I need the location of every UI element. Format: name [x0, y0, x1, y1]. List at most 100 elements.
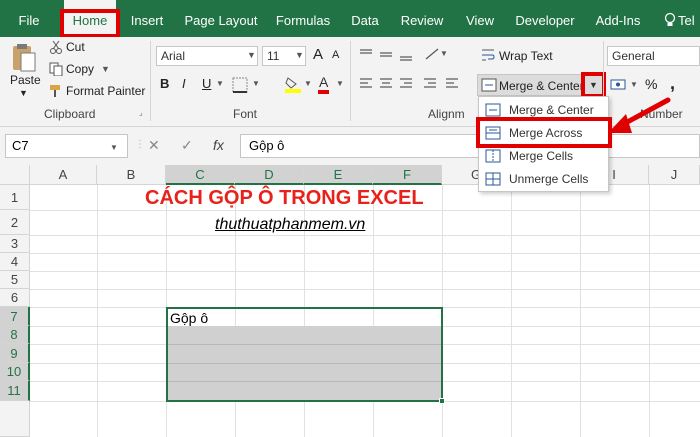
- shrink-font-button[interactable]: A: [332, 49, 339, 61]
- row-header-6[interactable]: 6: [0, 289, 30, 307]
- merge-center-icon: [485, 103, 501, 117]
- red-arrow-icon: [608, 97, 671, 133]
- insert-function-button[interactable]: fx: [213, 137, 224, 153]
- enter-button[interactable]: ✓: [181, 137, 193, 154]
- home-tab-highlight: [60, 9, 120, 38]
- row-header-5[interactable]: 5: [0, 271, 30, 289]
- tab-page-layout[interactable]: Page Layout: [182, 0, 260, 37]
- row-header-2[interactable]: 2: [0, 210, 30, 235]
- borders-icon[interactable]: [232, 77, 248, 93]
- cancel-button[interactable]: ✕: [148, 137, 160, 154]
- more-options-icon: ⋮: [135, 139, 145, 150]
- percent-button[interactable]: %: [645, 76, 657, 92]
- select-all-corner[interactable]: [0, 165, 30, 185]
- paste-dropdown-icon[interactable]: ▼: [19, 88, 28, 98]
- sheet-subtitle[interactable]: thuthuatphanmem.vn: [215, 216, 365, 234]
- group-separator: [350, 41, 351, 121]
- row-header-8[interactable]: 8: [0, 326, 30, 344]
- menu-item-label: Merge Cells: [509, 149, 574, 163]
- column-header-f[interactable]: F: [373, 165, 442, 185]
- fill-color-dropdown-icon[interactable]: ▼: [304, 79, 312, 88]
- merge-dropdown-arrow-icon[interactable]: ▼: [589, 80, 598, 90]
- row-header-9[interactable]: 9: [0, 344, 30, 363]
- font-name-input[interactable]: Arial: [156, 46, 258, 66]
- clipboard-launcher-icon[interactable]: ⌟: [139, 108, 143, 117]
- cut-button[interactable]: Cut: [66, 40, 85, 54]
- number-format-input[interactable]: General: [607, 46, 700, 66]
- gridline: [580, 185, 581, 437]
- row-header-3[interactable]: 3: [0, 235, 30, 253]
- bold-button[interactable]: B: [160, 76, 169, 91]
- tab-tell-me[interactable]: Tel: [678, 0, 700, 37]
- cell-c7[interactable]: Gộp ô: [170, 310, 208, 326]
- row-header-11[interactable]: 11: [0, 381, 30, 401]
- column-header-b[interactable]: B: [97, 165, 166, 185]
- fill-color-icon[interactable]: [284, 75, 302, 93]
- fill-handle[interactable]: [439, 398, 445, 404]
- font-size-dropdown-icon[interactable]: ▼: [295, 50, 304, 60]
- copy-icon: [49, 62, 63, 76]
- tab-data[interactable]: Data: [346, 0, 384, 37]
- menu-item-merge-cells[interactable]: Merge Cells: [479, 145, 608, 168]
- gridline: [649, 185, 650, 437]
- gridline: [30, 210, 700, 211]
- column-header-a[interactable]: A: [30, 165, 97, 185]
- column-header-c[interactable]: C: [166, 165, 235, 185]
- menu-item-label: Merge & Center: [509, 103, 594, 117]
- column-header-e[interactable]: E: [304, 165, 373, 185]
- alignment-buttons-icon[interactable]: [358, 47, 468, 97]
- underline-dropdown-icon[interactable]: ▼: [216, 79, 224, 88]
- tab-add-ins[interactable]: Add-Ins: [590, 0, 646, 37]
- alignment-group-label: Alignm: [428, 107, 465, 121]
- column-header-d[interactable]: D: [235, 165, 304, 185]
- borders-dropdown-icon[interactable]: ▼: [252, 79, 260, 88]
- orientation-dropdown-icon[interactable]: ▼: [440, 49, 448, 58]
- name-box-dropdown-icon[interactable]: ▼: [110, 143, 118, 152]
- font-color-button[interactable]: A: [318, 74, 330, 94]
- row-header-7[interactable]: 7: [0, 307, 30, 326]
- worksheet-grid[interactable]: A B C D E F G H I J 1 2 3 4 5 6 7 8 9 10…: [0, 165, 700, 437]
- wrap-text-icon: [482, 49, 495, 61]
- gridline: [30, 235, 700, 236]
- gridline: [511, 185, 512, 437]
- font-name-dropdown-icon[interactable]: ▼: [247, 50, 256, 60]
- row-header-4[interactable]: 4: [0, 253, 30, 271]
- font-group-label: Font: [233, 107, 258, 121]
- tab-formulas[interactable]: Formulas: [272, 0, 334, 37]
- merge-cells-icon: [485, 149, 501, 163]
- format-painter-button[interactable]: Format Painter: [66, 84, 145, 98]
- tab-view[interactable]: View: [460, 0, 500, 37]
- paste-button-label[interactable]: Paste: [10, 73, 41, 87]
- clipboard-group-label: Clipboard: [44, 107, 96, 121]
- merge-center-icon: [481, 78, 497, 92]
- column-header-j[interactable]: J: [649, 165, 700, 185]
- copy-dropdown-icon[interactable]: ▼: [101, 64, 110, 74]
- unmerge-cells-icon: [485, 172, 501, 186]
- tab-insert[interactable]: Insert: [124, 0, 170, 37]
- tab-file[interactable]: File: [8, 0, 50, 37]
- paste-icon[interactable]: [11, 43, 37, 73]
- grow-font-button[interactable]: A: [313, 46, 323, 63]
- font-color-dropdown-icon[interactable]: ▼: [336, 79, 344, 88]
- group-separator: [150, 41, 151, 121]
- underline-button[interactable]: U: [202, 76, 211, 91]
- row-header-1[interactable]: 1: [0, 185, 30, 210]
- menu-item-unmerge-cells[interactable]: Unmerge Cells: [479, 168, 608, 191]
- copy-button[interactable]: Copy: [66, 62, 94, 76]
- lightbulb-icon: [664, 12, 676, 26]
- format-painter-icon: [50, 85, 60, 97]
- italic-button[interactable]: I: [182, 76, 186, 91]
- merge-center-button[interactable]: Merge & Center: [499, 79, 584, 93]
- currency-dropdown-icon[interactable]: ▼: [630, 80, 638, 89]
- comma-button[interactable]: ,: [670, 73, 675, 94]
- wrap-text-button[interactable]: Wrap Text: [499, 49, 553, 63]
- scissors-icon: [50, 40, 62, 54]
- row-header-12[interactable]: [0, 401, 30, 437]
- gridline: [30, 271, 700, 272]
- gridline: [30, 253, 700, 254]
- tab-review[interactable]: Review: [396, 0, 448, 37]
- row-header-10[interactable]: 10: [0, 363, 30, 381]
- tab-developer[interactable]: Developer: [512, 0, 578, 37]
- sheet-title[interactable]: CÁCH GỘP Ô TRONG EXCEL: [145, 187, 424, 210]
- currency-icon[interactable]: [610, 77, 630, 93]
